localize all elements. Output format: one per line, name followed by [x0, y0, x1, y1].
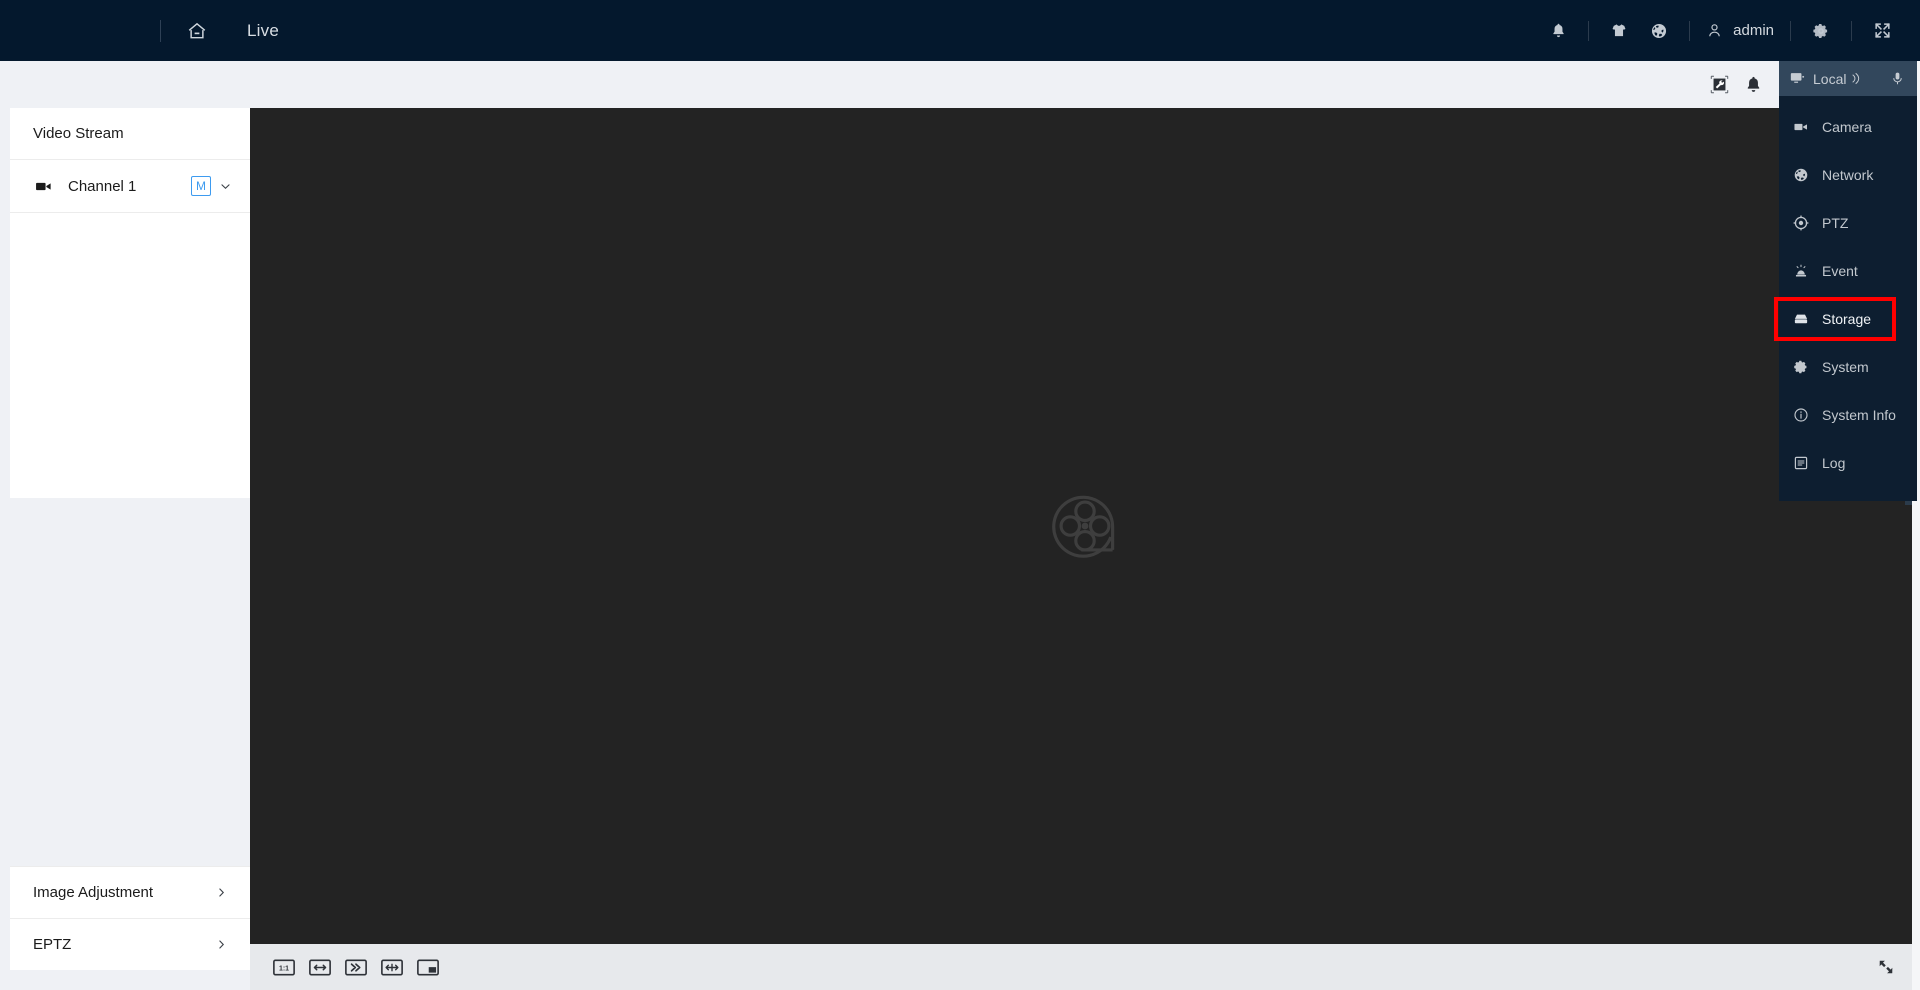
globe-icon[interactable] [1639, 9, 1679, 53]
list-item[interactable]: Channel 1 M [10, 160, 250, 212]
bell-icon[interactable] [1736, 67, 1770, 103]
menu-item-log[interactable]: Log [1779, 439, 1917, 487]
stream-type-badge[interactable]: M [191, 176, 211, 196]
menu-item-ptz[interactable]: PTZ [1779, 199, 1917, 247]
pip-icon[interactable] [410, 952, 446, 982]
info-icon [1793, 407, 1809, 423]
video-toolbar: 4 3 [250, 61, 1920, 108]
globe-icon [1793, 167, 1809, 183]
video-viewport[interactable] [250, 108, 1920, 944]
header-separator [1851, 20, 1852, 41]
sidebar-item-label: EPTZ [33, 936, 72, 953]
channel-list-empty-area [10, 212, 250, 498]
expand-icon[interactable] [1862, 9, 1902, 53]
sidebar-item-label: Image Adjustment [33, 884, 154, 901]
microphone-icon[interactable] [1890, 71, 1905, 86]
shirt-icon[interactable] [1599, 9, 1639, 53]
camera-icon [1793, 119, 1809, 135]
home-icon[interactable] [175, 9, 219, 53]
header-right: admin [1538, 9, 1920, 53]
gear-icon[interactable] [1801, 9, 1841, 53]
menu-item-event[interactable]: Event [1779, 247, 1917, 295]
menu-item-label: Storage [1822, 311, 1872, 327]
gear-icon [1793, 359, 1809, 375]
user-menu[interactable]: admin [1700, 22, 1780, 39]
page-title: Live [247, 20, 279, 40]
channel-name: Channel 1 [68, 177, 137, 195]
menu-item-label: System Info [1822, 407, 1896, 423]
header-divider [160, 19, 161, 42]
sidebar-section-title: Video Stream [10, 108, 250, 160]
menu-item-label: System [1822, 359, 1869, 375]
siren-icon [1793, 263, 1809, 279]
header-separator [1790, 20, 1791, 41]
header-left: Live [160, 9, 279, 53]
film-reel-icon [1039, 480, 1131, 572]
menu-item-label: Camera [1822, 119, 1872, 135]
chevron-right-icon [215, 886, 228, 899]
menu-header-label: Local [1813, 70, 1847, 87]
menu-header-local[interactable]: Local [1779, 61, 1917, 96]
video-camera-icon [34, 177, 60, 196]
stretch-icon[interactable] [374, 952, 410, 982]
header-separator [1689, 20, 1691, 41]
top-header: Live admin [0, 0, 1920, 61]
sidebar-item-eptz[interactable]: EPTZ [10, 918, 250, 970]
settings-dropdown: Local Camera Network PTZ Event Storage S… [1774, 61, 1917, 501]
fluency-icon[interactable] [338, 952, 374, 982]
chevron-right-icon [215, 938, 228, 951]
video-stream-panel: Video Stream Channel 1 M [10, 108, 250, 498]
menu-item-camera[interactable]: Camera [1779, 103, 1917, 151]
chevron-down-icon[interactable] [219, 180, 232, 193]
sidebar-item-image-adjustment[interactable]: Image Adjustment [10, 866, 250, 918]
log-icon [1793, 455, 1809, 471]
menu-items: Camera Network PTZ Event Storage System … [1774, 96, 1917, 501]
user-name: admin [1733, 22, 1774, 39]
menu-item-network[interactable]: Network [1779, 151, 1917, 199]
monitor-icon [1789, 70, 1806, 87]
header-separator [1588, 20, 1590, 41]
menu-item-storage[interactable]: Storage [1774, 295, 1917, 343]
video-bottom-toolbar: 1:1 [250, 944, 1920, 990]
svg-text:1:1: 1:1 [279, 965, 289, 972]
app-root: Live admin Video Stream Channel 1 M Imag… [0, 0, 1920, 990]
menu-item-label: Event [1822, 263, 1858, 279]
menu-item-label: PTZ [1822, 215, 1849, 231]
sound-wave-icon [1850, 72, 1861, 85]
channel-list: Channel 1 M [10, 160, 250, 212]
storage-icon [1793, 311, 1809, 327]
menu-item-system[interactable]: System [1779, 343, 1917, 391]
left-sidebar: Video Stream Channel 1 M Image Adjustmen… [10, 108, 250, 970]
aspect-1-1-icon[interactable]: 1:1 [266, 952, 302, 982]
bell-icon[interactable] [1538, 9, 1578, 53]
menu-item-label: Log [1822, 455, 1846, 471]
fit-window-icon[interactable] [302, 952, 338, 982]
collapse-icon[interactable] [1868, 952, 1904, 982]
menu-item-label: Network [1822, 167, 1874, 183]
menu-item-system-info[interactable]: System Info [1779, 391, 1917, 439]
tools-icon[interactable] [1702, 67, 1736, 103]
ptz-icon [1793, 215, 1809, 231]
